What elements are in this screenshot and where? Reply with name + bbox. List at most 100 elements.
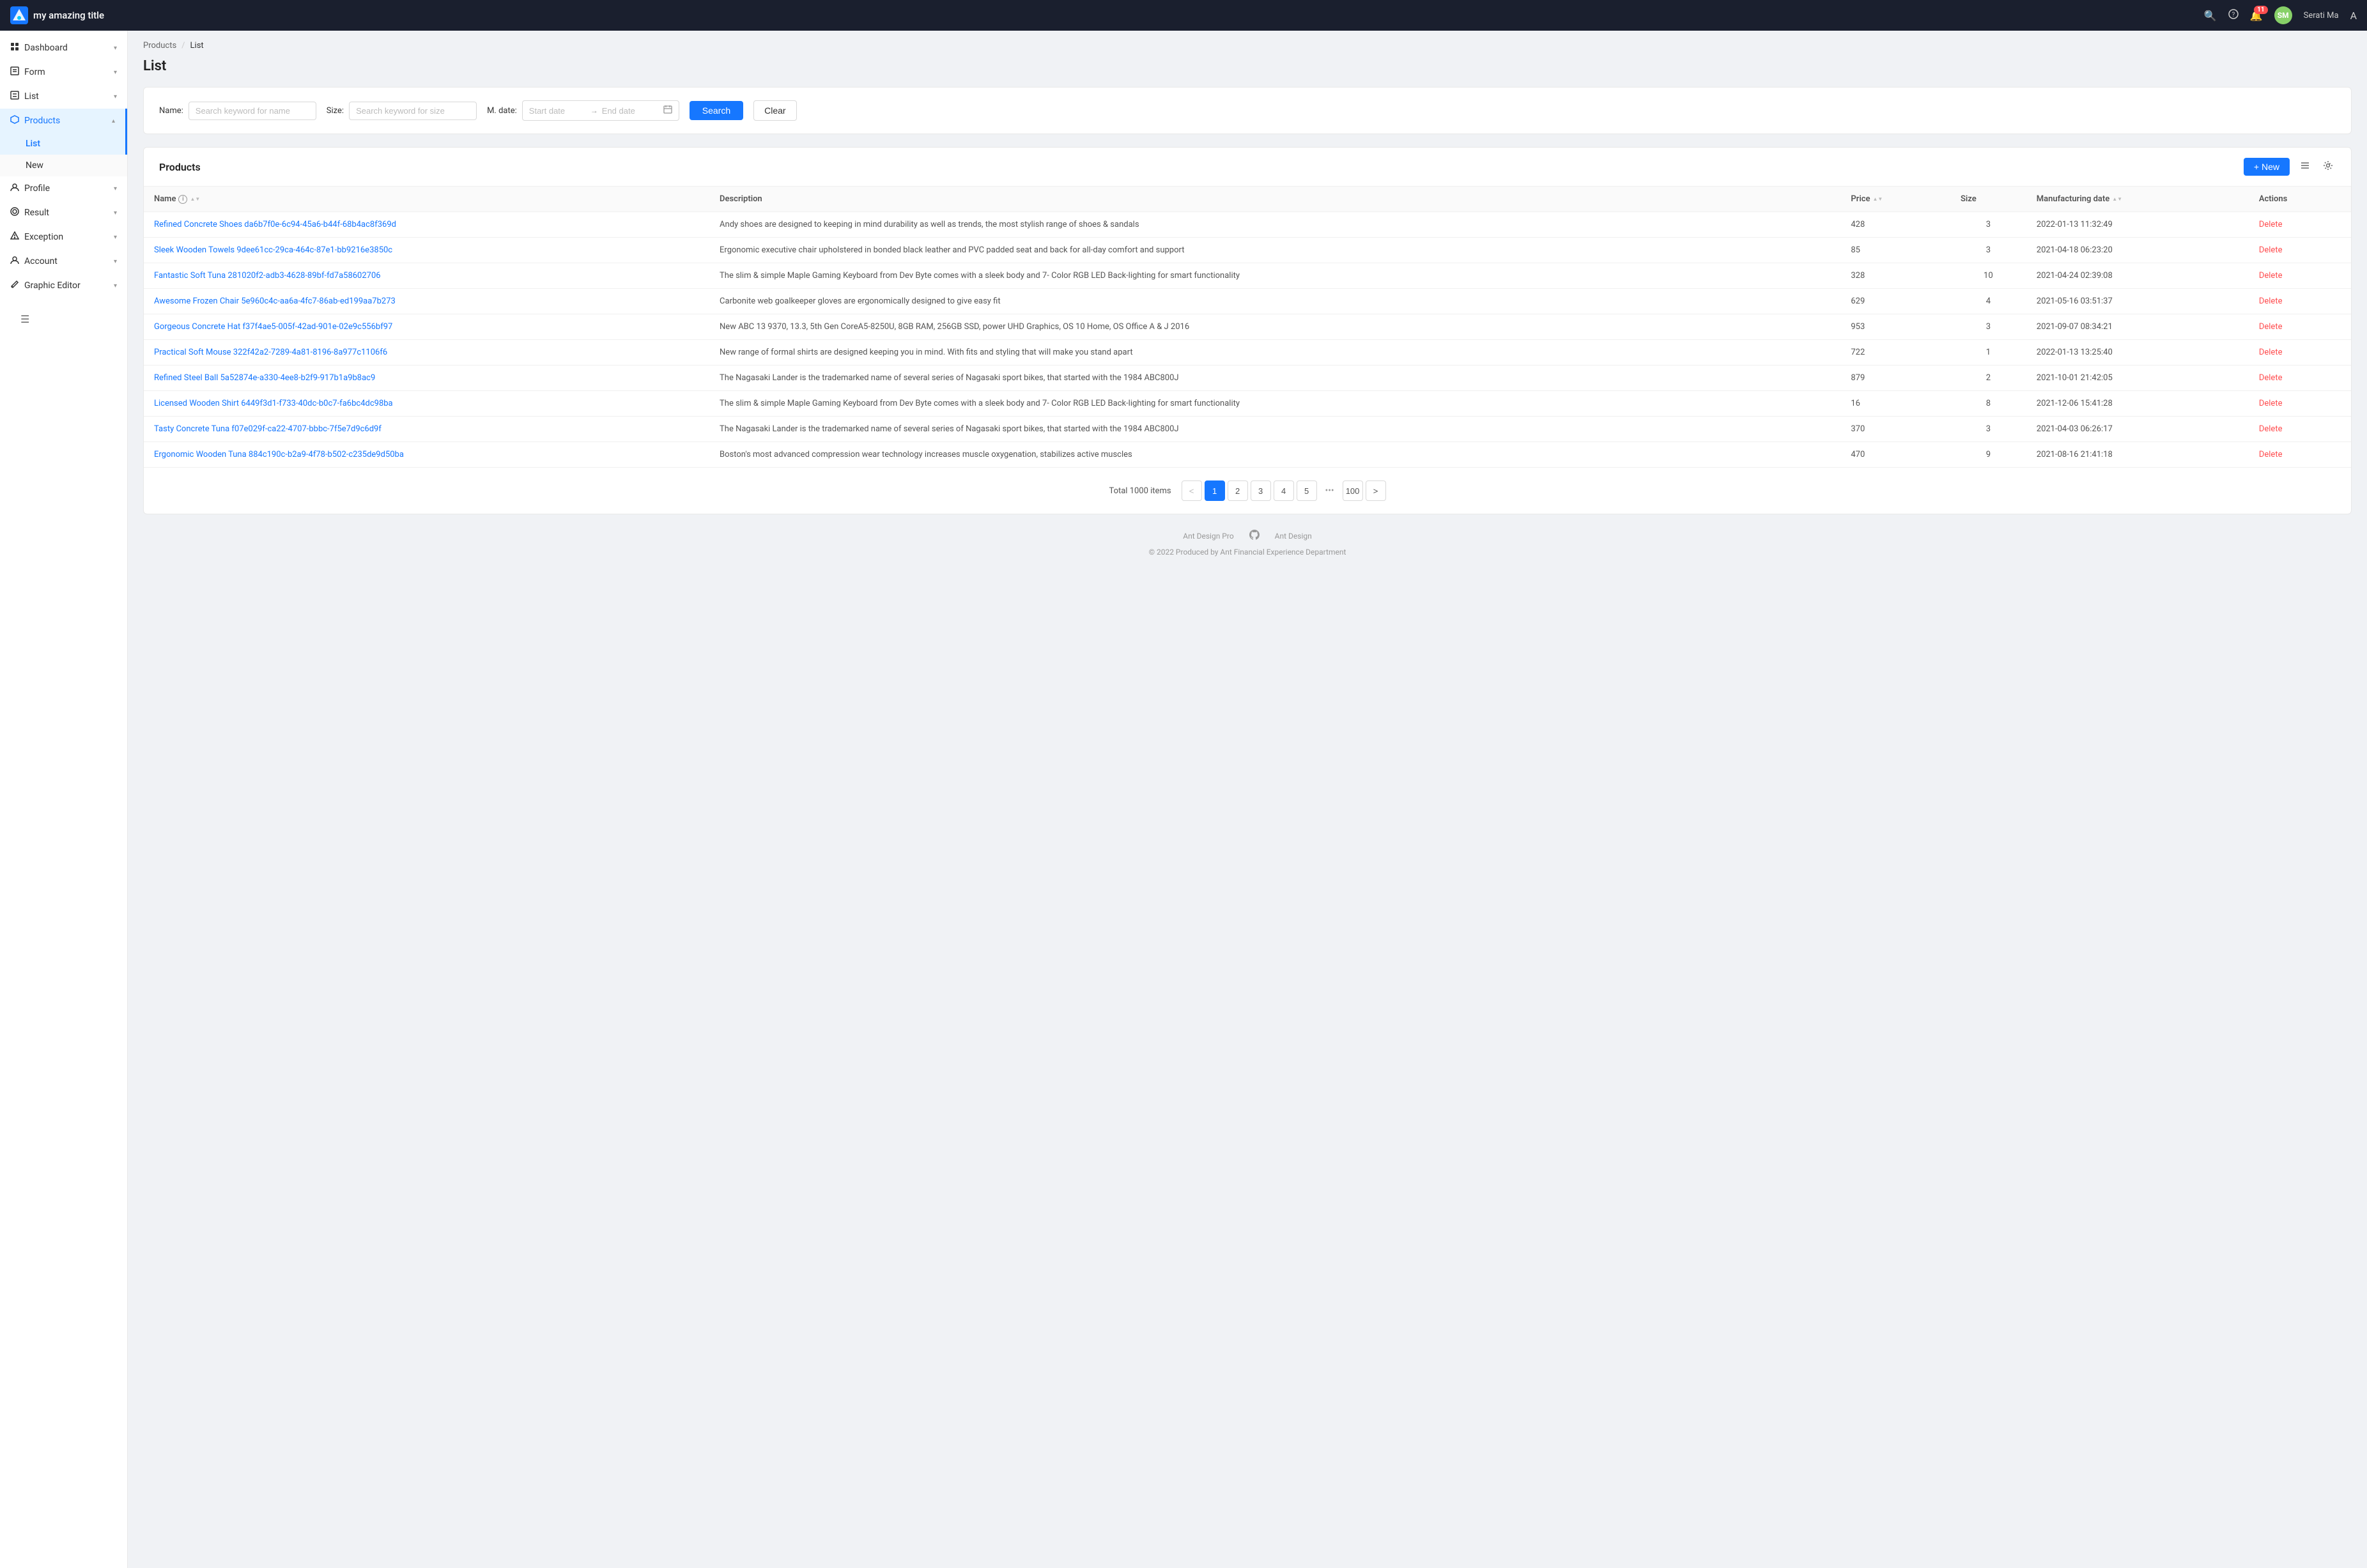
new-product-button[interactable]: + New: [2244, 158, 2290, 176]
sidebar-item-form[interactable]: Form ▾: [0, 60, 127, 84]
table-row: Tasty Concrete Tuna f07e029f-ca22-4707-b…: [144, 417, 2351, 442]
account-icon: [10, 256, 19, 267]
table-row: Awesome Frozen Chair 5e960c4c-aa6a-4fc7-…: [144, 289, 2351, 314]
cell-description: The Nagasaki Lander is the trademarked n…: [709, 365, 1840, 391]
cell-date: 2021-09-07 08:34:21: [2026, 314, 2249, 340]
products-tbody: Refined Concrete Shoes da6b7f0e-6c94-45a…: [144, 212, 2351, 468]
sidebar: Dashboard ▾ Form ▾ List: [0, 31, 128, 1568]
help-icon[interactable]: ?: [2228, 9, 2239, 22]
product-link[interactable]: Refined Steel Ball 5a52874e-a330-4ee8-b2…: [154, 373, 375, 383]
table-row: Licensed Wooden Shirt 6449f3d1-f733-40dc…: [144, 391, 2351, 417]
date-range-picker[interactable]: →: [522, 100, 679, 121]
date-range-arrow: →: [590, 106, 598, 115]
user-name[interactable]: Serati Ma: [2304, 11, 2339, 20]
table-row: Gorgeous Concrete Hat f37f4ae5-005f-42ad…: [144, 314, 2351, 340]
product-link[interactable]: Gorgeous Concrete Hat f37f4ae5-005f-42ad…: [154, 322, 392, 332]
footer-ant-design[interactable]: Ant Design: [1275, 532, 1312, 541]
delete-button[interactable]: Delete: [2259, 271, 2283, 281]
cell-actions: Delete: [2249, 442, 2351, 468]
cell-description: Andy shoes are designed to keeping in mi…: [709, 212, 1840, 238]
sidebar-sub-item-list[interactable]: List: [0, 133, 127, 155]
sidebar-label-list: List: [24, 91, 39, 102]
pagination-page-5[interactable]: 5: [1297, 480, 1317, 501]
cell-price: 629: [1840, 289, 1950, 314]
footer-ant-design-pro[interactable]: Ant Design Pro: [1183, 532, 1233, 541]
pagination-page-2[interactable]: 2: [1228, 480, 1248, 501]
clear-button[interactable]: Clear: [753, 100, 796, 121]
pagination-page-4[interactable]: 4: [1274, 480, 1294, 501]
sidebar-item-exception[interactable]: Exception ▾: [0, 225, 127, 249]
sidebar-item-profile[interactable]: Profile ▾: [0, 176, 127, 201]
delete-button[interactable]: Delete: [2259, 296, 2283, 306]
sidebar-item-account[interactable]: Account ▾: [0, 249, 127, 273]
sidebar-label-graphic-editor: Graphic Editor: [24, 281, 81, 291]
table-row: Practical Soft Mouse 322f42a2-7289-4a81-…: [144, 340, 2351, 365]
search-icon[interactable]: 🔍: [2204, 10, 2217, 22]
language-icon[interactable]: A: [2350, 10, 2357, 22]
product-link[interactable]: Practical Soft Mouse 322f42a2-7289-4a81-…: [154, 348, 387, 357]
products-title: Products: [159, 161, 201, 173]
calendar-icon[interactable]: [663, 105, 672, 116]
price-sort-icons[interactable]: ▲▼: [1873, 196, 1883, 202]
cell-size: 3: [1950, 238, 2026, 263]
cell-name: Tasty Concrete Tuna f07e029f-ca22-4707-b…: [144, 417, 709, 442]
cell-date: 2021-05-16 03:51:37: [2026, 289, 2249, 314]
delete-button[interactable]: Delete: [2259, 245, 2283, 255]
cell-actions: Delete: [2249, 212, 2351, 238]
cell-description: Ergonomic executive chair upholstered in…: [709, 238, 1840, 263]
sidebar-item-dashboard[interactable]: Dashboard ▾: [0, 36, 127, 60]
pagination-prev[interactable]: <: [1182, 480, 1202, 501]
cell-price: 879: [1840, 365, 1950, 391]
cell-date: 2021-04-18 06:23:20: [2026, 238, 2249, 263]
notification-bell[interactable]: 🔔 11: [2250, 10, 2263, 22]
sidebar-item-result[interactable]: Result ▾: [0, 201, 127, 225]
column-settings-icon[interactable]: [2297, 158, 2313, 176]
sidebar-item-graphic-editor[interactable]: Graphic Editor ▾: [0, 273, 127, 298]
exception-arrow: ▾: [114, 234, 117, 241]
products-card: Products + New: [143, 147, 2352, 514]
delete-button[interactable]: Delete: [2259, 220, 2283, 229]
product-link[interactable]: Awesome Frozen Chair 5e960c4c-aa6a-4fc7-…: [154, 296, 396, 306]
breadcrumb-products[interactable]: Products: [143, 41, 176, 50]
sidebar-sub-item-new[interactable]: New: [0, 155, 127, 176]
product-link[interactable]: Tasty Concrete Tuna f07e029f-ca22-4707-b…: [154, 424, 382, 434]
delete-button[interactable]: Delete: [2259, 373, 2283, 383]
notification-badge: 11: [2254, 6, 2267, 14]
pagination-page-3[interactable]: 3: [1251, 480, 1271, 501]
name-info-icon[interactable]: i: [178, 195, 187, 204]
cell-description: Carbonite web goalkeeper gloves are ergo…: [709, 289, 1840, 314]
search-button[interactable]: Search: [690, 101, 743, 120]
sidebar-collapse-icon[interactable]: ☰: [10, 307, 40, 332]
col-actions: Actions: [2249, 187, 2351, 212]
delete-button[interactable]: Delete: [2259, 424, 2283, 434]
sidebar-item-list[interactable]: List ▾: [0, 84, 127, 109]
cell-name: Gorgeous Concrete Hat f37f4ae5-005f-42ad…: [144, 314, 709, 340]
filter-name-input[interactable]: [189, 102, 316, 120]
form-arrow: ▾: [114, 69, 117, 76]
pagination-next[interactable]: >: [1366, 480, 1386, 501]
product-link[interactable]: Fantastic Soft Tuna 281020f2-adb3-4628-8…: [154, 271, 381, 281]
delete-button[interactable]: Delete: [2259, 348, 2283, 357]
result-arrow: ▾: [114, 210, 117, 217]
delete-button[interactable]: Delete: [2259, 399, 2283, 408]
pagination-last[interactable]: 100: [1343, 480, 1363, 501]
start-date-input[interactable]: [529, 106, 587, 116]
cell-description: Boston's most advanced compression wear …: [709, 442, 1840, 468]
delete-button[interactable]: Delete: [2259, 322, 2283, 332]
delete-button[interactable]: Delete: [2259, 450, 2283, 459]
table-settings-icon[interactable]: [2320, 158, 2336, 176]
filter-size-input[interactable]: [349, 102, 477, 120]
date-sort-icons[interactable]: ▲▼: [2112, 196, 2122, 202]
list-icon: [10, 91, 19, 102]
github-icon[interactable]: [1249, 530, 1260, 542]
product-link[interactable]: Ergonomic Wooden Tuna 884c190c-b2a9-4f78…: [154, 450, 404, 459]
product-link[interactable]: Licensed Wooden Shirt 6449f3d1-f733-40dc…: [154, 399, 393, 408]
end-date-input[interactable]: [602, 106, 659, 116]
dashboard-icon: [10, 42, 19, 54]
breadcrumb: Products / List: [143, 41, 2352, 50]
sidebar-item-products-header[interactable]: Products ▴: [0, 109, 127, 133]
product-link[interactable]: Sleek Wooden Towels 9dee61cc-29ca-464c-8…: [154, 245, 392, 255]
pagination-page-1[interactable]: 1: [1205, 480, 1225, 501]
name-sort-icons[interactable]: ▲▼: [190, 196, 200, 202]
product-link[interactable]: Refined Concrete Shoes da6b7f0e-6c94-45a…: [154, 220, 396, 229]
